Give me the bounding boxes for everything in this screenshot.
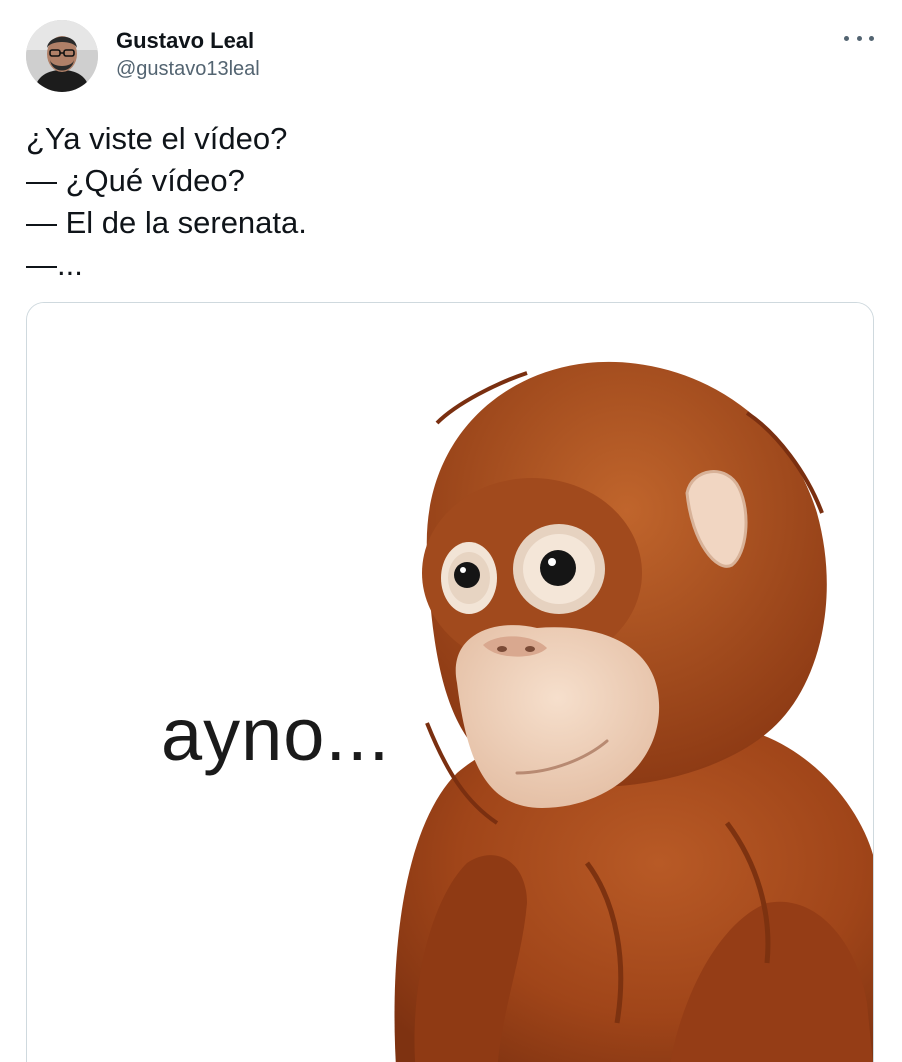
tweet-text-line: ¿Ya viste el vídeo? [26,121,288,156]
tweet-card: Gustavo Leal @gustavo13leal ¿Ya viste el… [0,0,902,1062]
tweet-text: ¿Ya viste el vídeo? — ¿Qué vídeo? — El d… [26,118,876,286]
display-name[interactable]: Gustavo Leal [116,28,260,54]
more-dot-icon [856,35,862,41]
orangutan-plush-image [27,303,873,1062]
more-dot-icon [844,35,849,41]
tweet-text-line: —... [26,247,83,282]
media-caption: ayno... [161,693,391,776]
tweet-text-line: — ¿Qué vídeo? [26,163,245,198]
more-dot-icon [869,35,874,41]
author-names: Gustavo Leal @gustavo13leal [116,28,260,82]
more-options-button[interactable] [844,28,874,48]
avatar[interactable] [26,20,98,92]
tweet-text-line: — El de la serenata. [26,205,307,240]
avatar-photo-icon [26,20,98,92]
tweet-media-image[interactable]: ayno... [26,302,874,1062]
user-handle[interactable]: @gustavo13leal [116,56,260,82]
tweet-header: Gustavo Leal @gustavo13leal [26,20,882,92]
